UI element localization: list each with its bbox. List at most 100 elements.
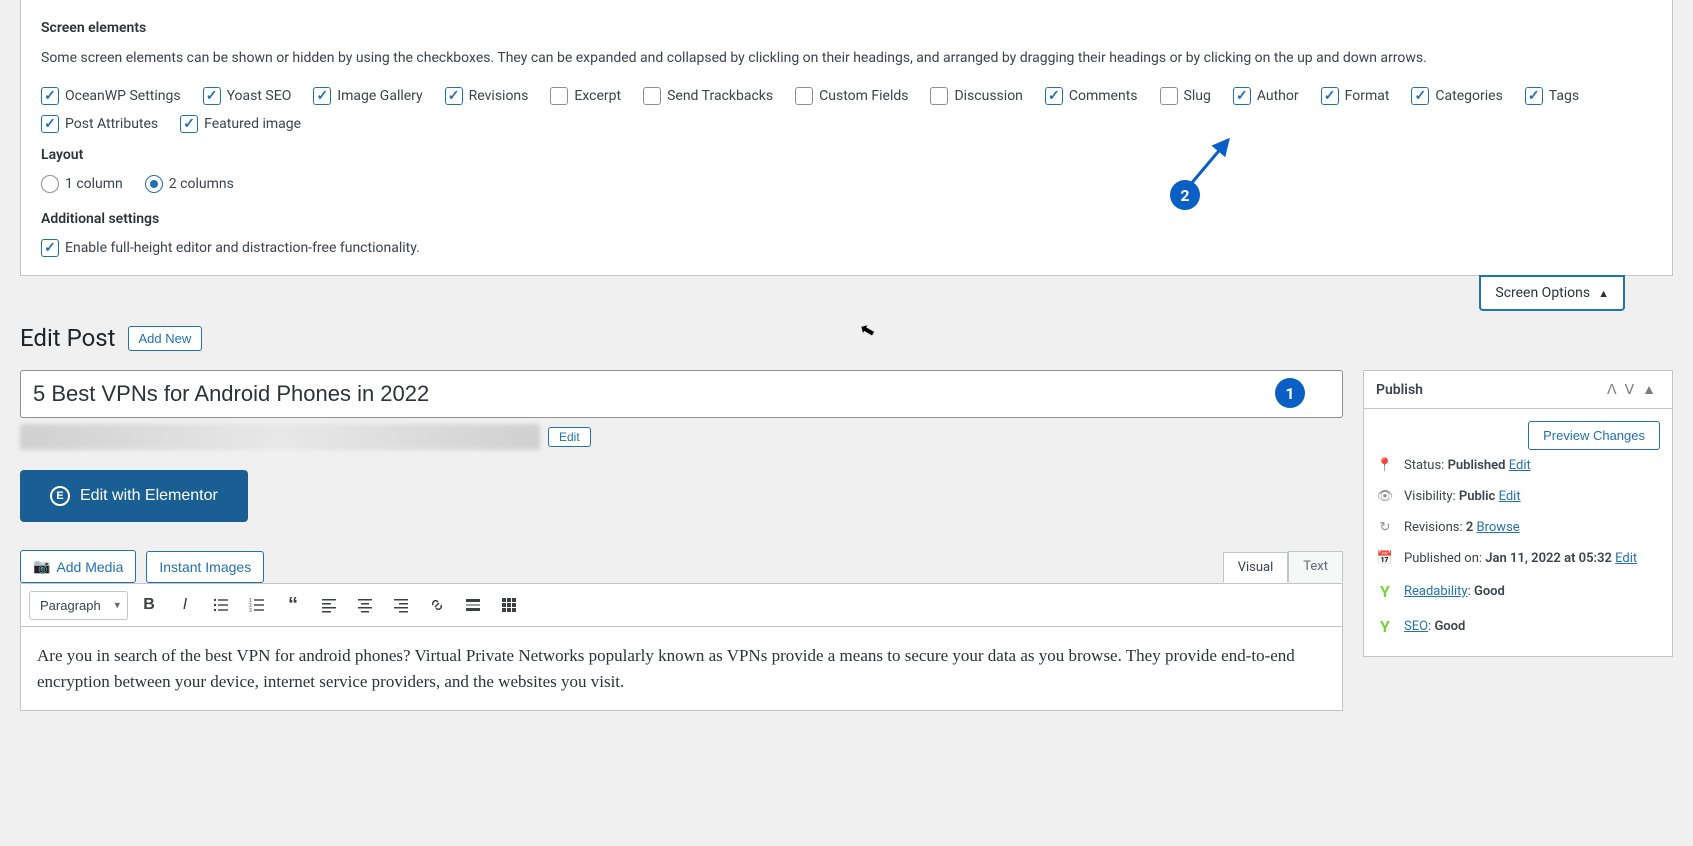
annotation-badge-2: 2 (1170, 180, 1200, 210)
checkbox-icon (203, 87, 221, 105)
preview-changes-button[interactable]: Preview Changes (1528, 421, 1660, 450)
add-media-button[interactable]: 📷 Add Media (20, 550, 136, 583)
checkbox-custom-fields[interactable]: Custom Fields (795, 87, 908, 105)
svg-text:3: 3 (249, 608, 252, 613)
tab-visual[interactable]: Visual (1223, 552, 1289, 583)
checkbox-tags[interactable]: Tags (1525, 87, 1579, 105)
elementor-button-label: Edit with Elementor (80, 487, 218, 505)
italic-button[interactable]: I (170, 590, 200, 620)
checkbox-send-trackbacks[interactable]: Send Trackbacks (643, 87, 773, 105)
radio-icon (145, 175, 163, 193)
bold-button[interactable]: B (134, 590, 164, 620)
permalink-row: Edit (20, 424, 1343, 450)
bullet-list-button[interactable] (206, 590, 236, 620)
checkbox-label: Revisions (469, 88, 529, 104)
seo-link[interactable]: SEO (1404, 619, 1428, 634)
instant-images-button[interactable]: Instant Images (146, 551, 264, 583)
checkbox-post-attributes[interactable]: Post Attributes (41, 115, 158, 133)
align-left-button[interactable] (314, 590, 344, 620)
checkbox-revisions[interactable]: Revisions (445, 87, 529, 105)
yoast-readability-icon: Y (1376, 582, 1394, 601)
checkbox-oceanwp-settings[interactable]: OceanWP Settings (41, 87, 181, 105)
readability-link[interactable]: Readability (1404, 584, 1468, 599)
media-buttons-row: 📷 Add Media Instant Images Visual Text (20, 550, 1343, 583)
checkbox-icon (41, 239, 59, 257)
published-edit-link[interactable]: Edit (1615, 551, 1637, 566)
pin-icon: 📍 (1376, 458, 1394, 473)
checkbox-label: Featured image (204, 116, 301, 132)
read-more-button[interactable] (458, 590, 488, 620)
blockquote-button[interactable]: “ (278, 590, 308, 620)
add-media-label: Add Media (56, 559, 123, 575)
checkbox-featured-image[interactable]: Featured image (180, 115, 301, 133)
calendar-icon: 📅 (1376, 551, 1394, 566)
checkbox-icon (313, 87, 331, 105)
toolbar-toggle-button[interactable] (494, 590, 524, 620)
checkbox-label: Slug (1184, 88, 1211, 104)
screen-options-tab-wrap: Screen Options ▲ (20, 276, 1673, 320)
publish-title: Publish (1376, 382, 1603, 398)
checkbox-label: Author (1257, 88, 1299, 104)
move-down-icon[interactable]: ᐯ (1621, 382, 1639, 398)
move-up-icon[interactable]: ᐱ (1603, 382, 1621, 398)
screen-elements-checkboxes: OceanWP Settings Yoast SEO Image Gallery Re… (41, 87, 1652, 133)
publish-header[interactable]: Publish ᐱ ᐯ ▲ (1364, 371, 1672, 409)
checkbox-label: Post Attributes (65, 116, 158, 132)
editor-content[interactable]: Are you in search of the best VPN for an… (20, 627, 1343, 711)
checkbox-label: Categories (1435, 88, 1502, 104)
checkbox-image-gallery[interactable]: Image Gallery (313, 87, 422, 105)
page-title-row: Edit Post Add New (20, 324, 1673, 352)
permalink-blurred (20, 424, 540, 450)
checkbox-icon (1525, 87, 1543, 105)
checkbox-discussion[interactable]: Discussion (930, 87, 1022, 105)
align-right-button[interactable] (386, 590, 416, 620)
radio-label: 1 column (65, 176, 123, 192)
checkbox-excerpt[interactable]: Excerpt (550, 87, 621, 105)
checkbox-icon (1321, 87, 1339, 105)
checkbox-label: Tags (1549, 88, 1579, 104)
checkbox-comments[interactable]: Comments (1045, 87, 1138, 105)
checkbox-yoast-seo[interactable]: Yoast SEO (203, 87, 292, 105)
add-new-button[interactable]: Add New (128, 326, 203, 351)
checkbox-icon (1160, 87, 1178, 105)
publish-metabox: Publish ᐱ ᐯ ▲ Preview Changes 📍 Status: … (1363, 370, 1673, 657)
checkbox-icon (1233, 87, 1251, 105)
checkbox-label: Send Trackbacks (667, 88, 773, 104)
visibility-row: 👁 Visibility: Public Edit (1376, 481, 1660, 512)
checkbox-icon (1045, 87, 1063, 105)
layout-heading: Layout (41, 147, 1652, 163)
status-edit-link[interactable]: Edit (1509, 458, 1531, 473)
history-icon: ↻ (1376, 520, 1394, 535)
align-center-button[interactable] (350, 590, 380, 620)
caret-up-icon: ▲ (1598, 287, 1609, 300)
yoast-seo-icon: Y (1376, 617, 1394, 636)
checkbox-label: Image Gallery (337, 88, 422, 104)
checkbox-categories[interactable]: Categories (1411, 87, 1502, 105)
link-button[interactable] (422, 590, 452, 620)
additional-settings-heading: Additional settings (41, 211, 1652, 227)
editor-toolbar: Paragraph B I 123 “ (20, 583, 1343, 627)
radio-2-columns[interactable]: 2 columns (145, 175, 234, 193)
checkbox-format[interactable]: Format (1321, 87, 1390, 105)
additional-checkbox[interactable]: Enable full-height editor and distractio… (41, 239, 1652, 257)
revisions-browse-link[interactable]: Browse (1477, 520, 1520, 535)
checkbox-author[interactable]: Author (1233, 87, 1299, 105)
page-title: Edit Post (20, 324, 116, 352)
numbered-list-button[interactable]: 123 (242, 590, 272, 620)
radio-1-column[interactable]: 1 column (41, 175, 123, 193)
media-icon: 📷 (33, 558, 50, 575)
post-title-input[interactable] (20, 370, 1343, 418)
elementor-icon: E (50, 486, 70, 506)
edit-with-elementor-button[interactable]: E Edit with Elementor (20, 470, 248, 522)
tab-text[interactable]: Text (1288, 551, 1343, 582)
screen-options-tab[interactable]: Screen Options ▲ (1479, 275, 1625, 311)
screen-elements-heading: Screen elements (41, 20, 1652, 36)
checkbox-slug[interactable]: Slug (1160, 87, 1211, 105)
collapse-icon[interactable]: ▲ (1638, 381, 1660, 398)
checkbox-icon (445, 87, 463, 105)
permalink-edit-button[interactable]: Edit (548, 427, 591, 447)
format-select[interactable]: Paragraph (29, 591, 128, 620)
checkbox-icon (643, 87, 661, 105)
annotation-badge-1: 1 (1275, 378, 1305, 408)
visibility-edit-link[interactable]: Edit (1499, 489, 1521, 504)
